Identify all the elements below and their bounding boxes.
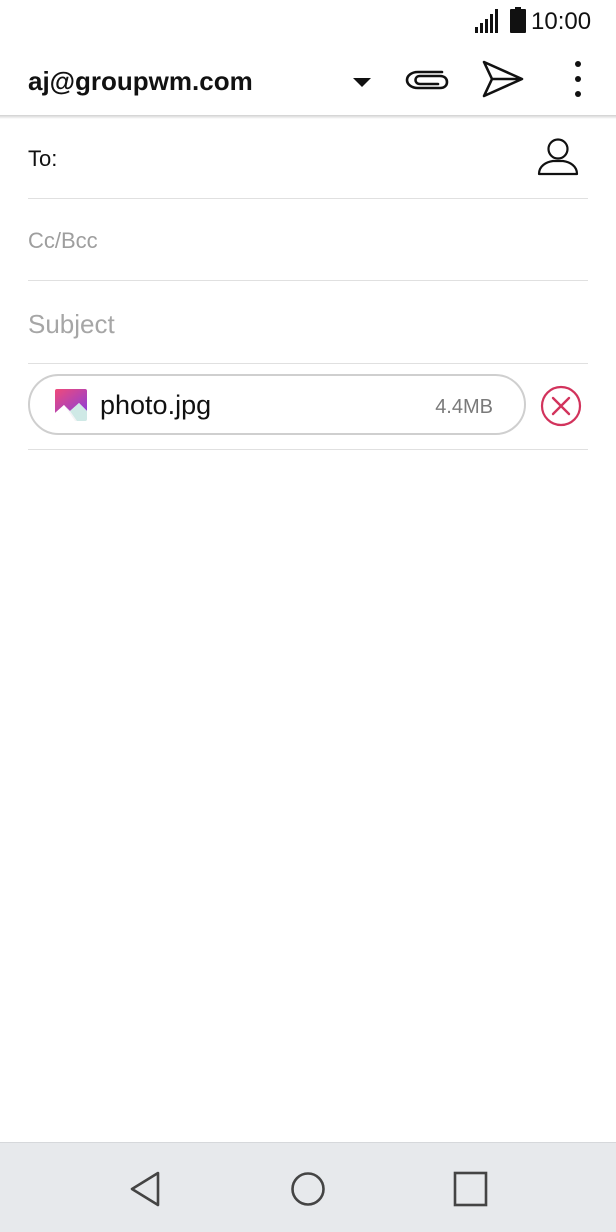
compose-toolbar: aj@groupwm.com [0, 44, 616, 116]
attachment-size: 4.4MB [435, 396, 493, 418]
home-icon[interactable] [286, 1167, 330, 1211]
signal-bars-icon [475, 9, 498, 33]
attachment-row: photo.jpg 4.4MB [28, 364, 588, 450]
image-file-icon [55, 389, 87, 421]
to-label: To: [28, 146, 58, 171]
system-nav-bar [0, 1142, 616, 1232]
back-icon[interactable] [124, 1167, 168, 1211]
status-time: 10:00 [531, 8, 592, 35]
cc-bcc-label: Cc/Bcc [28, 228, 98, 253]
subject-placeholder: Subject [28, 309, 115, 339]
attachment-filename: photo.jpg [100, 390, 212, 420]
contact-person-icon[interactable] [536, 136, 580, 178]
cc-bcc-field[interactable]: Cc/Bcc [28, 199, 588, 281]
attachment-chip[interactable]: photo.jpg 4.4MB [28, 374, 526, 435]
battery-icon [510, 7, 526, 33]
more-vert-icon[interactable] [566, 58, 590, 102]
remove-circle-icon[interactable] [540, 385, 582, 427]
status-bar: 10:00 [0, 0, 616, 44]
from-account[interactable]: aj@groupwm.com [28, 65, 253, 97]
paperclip-icon[interactable] [402, 58, 452, 102]
recent-apps-icon[interactable] [448, 1167, 492, 1211]
to-field[interactable]: To: [28, 119, 588, 199]
chevron-down-icon[interactable] [350, 70, 374, 94]
subject-field[interactable]: Subject [28, 281, 588, 364]
send-icon[interactable] [478, 56, 528, 102]
